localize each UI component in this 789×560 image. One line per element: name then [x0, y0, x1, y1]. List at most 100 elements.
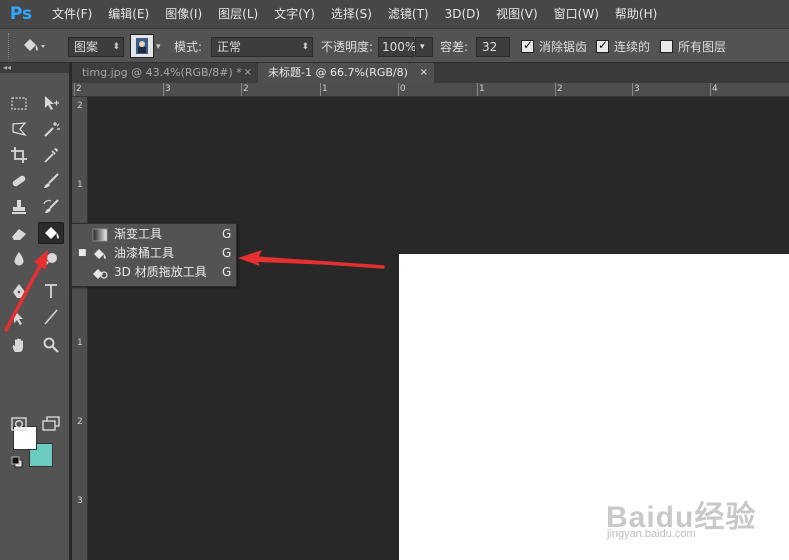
eyedropper-tool[interactable] — [38, 144, 64, 166]
flyout-item-paint-bucket[interactable]: ■ 油漆桶工具 G — [72, 244, 236, 263]
eraser-icon — [12, 229, 26, 240]
all-layers-checkbox[interactable] — [660, 40, 673, 53]
menu-image[interactable]: 图像(I) — [157, 0, 210, 28]
brush-tool[interactable] — [38, 170, 64, 192]
options-bar: 图案 ⬍ ▾ 模式: 正常 ⬍ 不透明度: 100% ▾ 容差: 32 消除锯齿… — [0, 28, 789, 63]
screen-mode-icon — [42, 416, 60, 431]
antialias-checkbox[interactable] — [521, 38, 534, 53]
crop-tool[interactable] — [6, 144, 32, 166]
magic-wand-tool[interactable] — [38, 118, 64, 140]
hand-tool[interactable] — [6, 334, 32, 356]
tab-label: 未标题-1 @ 66.7%(RGB/8) — [268, 66, 408, 79]
opacity-dropdown-icon[interactable]: ▾ — [415, 37, 433, 57]
menu-select[interactable]: 选择(S) — [323, 0, 380, 28]
menu-type[interactable]: 文字(Y) — [266, 0, 323, 28]
type-tool[interactable] — [38, 280, 64, 302]
ruler-tick-label: 2 — [77, 417, 83, 427]
close-icon[interactable]: × — [244, 63, 252, 83]
lasso-icon — [12, 122, 27, 137]
flyout-item-label: 渐变工具 — [114, 227, 163, 241]
toolbox: ◂◂ — [0, 63, 70, 560]
vertical-ruler: 210123 — [72, 97, 88, 560]
tab-untitled-1[interactable]: 未标题-1 @ 66.7%(RGB/8) × — [258, 63, 434, 83]
ruler-tick-label: 1 — [479, 84, 485, 94]
path-selection-tool[interactable] — [6, 306, 32, 328]
antialias-label: 消除锯齿 — [539, 40, 588, 54]
tool-preset-picker[interactable] — [18, 35, 48, 57]
default-colors-icon[interactable] — [11, 456, 23, 468]
menu-layer[interactable]: 图层(L) — [210, 0, 266, 28]
fill-source-select[interactable]: 图案 ⬍ — [68, 37, 124, 57]
paint-bucket-icon — [45, 227, 59, 239]
ruler-tick-label: 1 — [77, 338, 83, 348]
healing-brush-tool[interactable] — [6, 170, 32, 192]
all-layers-label: 所有图层 — [678, 40, 727, 54]
current-tool-bullet-icon: ■ — [78, 248, 87, 258]
tolerance-input[interactable]: 32 — [476, 37, 510, 57]
mode-select[interactable]: 正常 ⬍ — [211, 37, 313, 57]
opacity-label: 不透明度: — [321, 40, 374, 54]
ruler-tick — [320, 83, 321, 96]
path-select-arrow-icon — [14, 310, 23, 325]
tab-label: timg.jpg @ 43.4%(RGB/8#) * — [82, 66, 242, 79]
watermark-url: jingyan.baidu.com — [607, 528, 696, 540]
flyout-item-shortcut: G — [222, 227, 232, 241]
line-tool[interactable] — [38, 306, 64, 328]
chevron-updown-icon: ⬍ — [112, 42, 120, 52]
lasso-tool[interactable] — [6, 118, 32, 140]
pattern-dropdown-icon[interactable]: ▾ — [156, 37, 166, 57]
bandage-icon — [12, 175, 26, 187]
document-tab-strip: timg.jpg @ 43.4%(RGB/8#) * × 未标题-1 @ 66.… — [72, 63, 789, 83]
move-tool[interactable] — [38, 92, 64, 114]
menu-3d[interactable]: 3D(D) — [437, 0, 488, 28]
opacity-value: 100% — [382, 40, 417, 54]
tab-timg[interactable]: timg.jpg @ 43.4%(RGB/8#) * × — [72, 63, 258, 83]
mode-label: 模式: — [174, 40, 203, 54]
ruler-tick-label: 1 — [77, 180, 83, 190]
pattern-thumbnail-icon — [136, 38, 148, 54]
ruler-tick — [163, 83, 164, 96]
menu-view[interactable]: 视图(V) — [488, 0, 546, 28]
water-drop-icon — [14, 252, 24, 266]
paint-bucket-icon — [24, 39, 45, 51]
options-bar-grip[interactable] — [8, 33, 11, 59]
menu-window[interactable]: 窗口(W) — [546, 0, 607, 28]
menu-filter[interactable]: 滤镜(T) — [380, 0, 437, 28]
type-icon — [45, 284, 57, 298]
clone-stamp-tool[interactable] — [6, 196, 32, 218]
ruler-tick-label: 0 — [400, 84, 406, 94]
opacity-input[interactable]: 100% — [378, 37, 417, 57]
flyout-item-3d-material-drop[interactable]: 3D 材质拖放工具 G — [72, 263, 236, 282]
stamp-icon — [12, 200, 26, 214]
screen-mode-button[interactable] — [38, 413, 64, 435]
quick-mask-icon — [11, 417, 27, 431]
menu-file[interactable]: 文件(F) — [44, 0, 100, 28]
menu-help[interactable]: 帮助(H) — [607, 0, 665, 28]
ruler-tick-label: 3 — [77, 496, 83, 506]
pen-tool[interactable] — [6, 280, 32, 302]
quick-mask-button[interactable] — [6, 413, 32, 435]
paint-bucket-icon — [92, 247, 108, 261]
tool-flyout-menu: 渐变工具 G ■ 油漆桶工具 G 3D 材质拖放工具 G — [71, 223, 237, 287]
contiguous-checkbox[interactable] — [596, 38, 609, 53]
pattern-picker[interactable] — [130, 34, 154, 58]
menu-edit[interactable]: 编辑(E) — [100, 0, 157, 28]
flyout-item-gradient[interactable]: 渐变工具 G — [72, 225, 236, 244]
horizontal-ruler: 2 3 2 1 0 1 2 3 4 — [72, 83, 789, 97]
history-brush-tool[interactable] — [38, 196, 64, 218]
tolerance-value: 32 — [482, 40, 498, 54]
paint-bucket-tool[interactable] — [38, 222, 64, 244]
line-icon — [44, 309, 58, 325]
zoom-tool[interactable] — [38, 334, 64, 356]
ruler-tick — [555, 83, 556, 96]
blur-tool[interactable] — [6, 248, 32, 270]
dodge-tool[interactable] — [38, 248, 64, 270]
close-icon[interactable]: × — [420, 63, 428, 83]
flyout-item-label: 3D 材质拖放工具 — [114, 265, 207, 279]
ruler-tick-label: 1 — [322, 84, 328, 94]
menu-bar: Ps 文件(F) 编辑(E) 图像(I) 图层(L) 文字(Y) 选择(S) 滤… — [0, 0, 789, 28]
marquee-tool[interactable] — [6, 92, 32, 114]
eraser-tool[interactable] — [6, 222, 32, 244]
history-brush-icon — [43, 199, 59, 213]
collapse-toolbox-icon[interactable]: ◂◂ — [0, 63, 69, 73]
